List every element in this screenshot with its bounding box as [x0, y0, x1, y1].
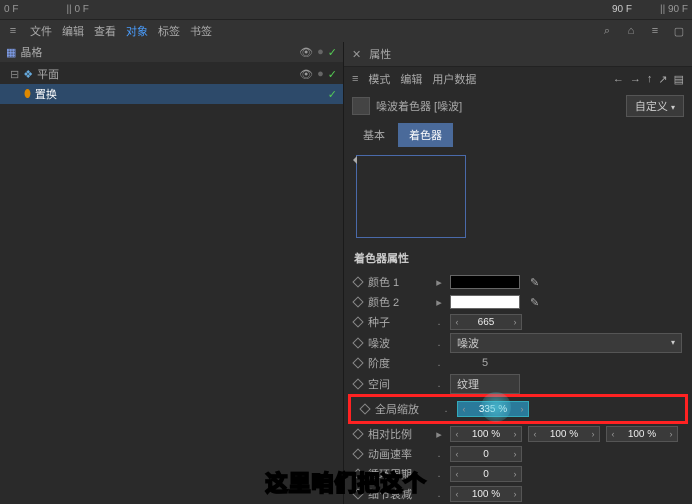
tree-item-displace-label: 置换	[35, 86, 57, 102]
prop-rel-scale: 相对比例 ▸ ‹100 %› ‹100 %› ‹100 %›	[344, 424, 692, 444]
frame-right-2: || 90 F	[660, 4, 688, 15]
check-icon[interactable]: ✓	[328, 46, 337, 59]
timeline-bar: 0 F || 0 F 90 F || 90 F	[0, 0, 692, 20]
prop-space: 空间 . 纹理	[344, 373, 692, 394]
tree-root[interactable]: 晶格	[20, 44, 42, 60]
frame-left: 0 F	[4, 4, 18, 15]
menu-view[interactable]: 查看	[94, 23, 116, 39]
prop-color2: 颜色 2 ▸ ✎	[344, 292, 692, 312]
search-icon[interactable]: ⌕	[600, 24, 614, 38]
object-manager: ▦ 晶格 👁 ● ✓ ⊟ ❖ 平面 👁 ● ✓ ⬮ 置换 ✓	[0, 42, 344, 504]
visibility-icon[interactable]: 👁	[299, 68, 313, 81]
color2-swatch[interactable]	[450, 295, 520, 309]
shader-thumb-icon	[352, 97, 370, 115]
nav-up-icon[interactable]: ↑	[647, 73, 653, 86]
check-icon[interactable]: ✓	[328, 68, 337, 81]
tab-shader[interactable]: 着色器	[398, 123, 453, 147]
render-dot-icon[interactable]: ●	[317, 68, 324, 80]
prop-color1: 颜色 1 ▸ ✎	[344, 272, 692, 292]
tree-item-plane-label: 平面	[37, 66, 59, 82]
frame-left-2: || 0 F	[66, 4, 88, 15]
prop-noise: 噪波 . 噪波▾	[344, 332, 692, 353]
seed-input[interactable]: ‹665›	[450, 314, 522, 330]
menu-bookmark[interactable]: 书签	[190, 23, 212, 39]
relx-input[interactable]: ‹100 %›	[450, 426, 522, 442]
userdata-label[interactable]: 用户数据	[432, 71, 476, 87]
nav-ext-icon[interactable]: ↗	[658, 73, 667, 86]
nav-back-icon[interactable]: ←	[613, 73, 624, 86]
highlight-annotation: 全局缩放 . ‹335 %›	[348, 394, 688, 424]
relz-input[interactable]: ‹100 %›	[606, 426, 678, 442]
tree-item-plane[interactable]: ⊟ ❖ 平面 👁 ● ✓	[0, 64, 343, 84]
menu-tag[interactable]: 标签	[158, 23, 180, 39]
keyframe-icon[interactable]	[352, 428, 363, 439]
visibility-icon[interactable]: 👁	[299, 46, 313, 59]
space-dropdown[interactable]: 纹理	[450, 374, 520, 394]
lattice-icon: ▦	[6, 46, 16, 59]
expand-arrow-icon[interactable]: ▸	[434, 276, 444, 289]
home-icon[interactable]: ⌂	[624, 24, 638, 38]
keyframe-icon[interactable]	[359, 403, 370, 414]
expand-arrow-icon[interactable]: ▸	[434, 296, 444, 309]
rely-input[interactable]: ‹100 %›	[528, 426, 600, 442]
video-caption: 这里咱们把这个	[265, 466, 426, 498]
shader-preview[interactable]	[356, 155, 466, 238]
close-icon[interactable]: ✕	[352, 48, 361, 61]
keyframe-icon[interactable]	[352, 276, 363, 287]
eyedropper-icon[interactable]: ✎	[530, 276, 539, 289]
expand-icon[interactable]: ▢	[672, 24, 686, 38]
keyframe-icon[interactable]	[352, 378, 363, 389]
preset-dropdown[interactable]: 自定义 ▾	[626, 95, 684, 117]
object-name: 噪波着色器 [噪波]	[376, 98, 462, 114]
attribute-panel: ✕ 属性 ≡ 模式 编辑 用户数据 ← → ↑ ↗ ▤ 噪波着色器 [噪波] 自…	[344, 42, 692, 504]
keyframe-icon[interactable]	[352, 448, 363, 459]
render-dot-icon[interactable]: ●	[317, 46, 324, 58]
edit-label[interactable]: 编辑	[400, 71, 422, 87]
hamburger-icon[interactable]: ≡	[6, 24, 20, 38]
mode-label[interactable]: 模式	[368, 71, 390, 87]
prop-octaves: 阶度 . 5	[344, 353, 692, 373]
keyframe-icon[interactable]	[352, 337, 363, 348]
expand-arrow-icon[interactable]: ▸	[434, 428, 444, 441]
tab-basic[interactable]: 基本	[352, 123, 396, 147]
check-icon[interactable]: ✓	[328, 88, 337, 101]
nav-menu-icon[interactable]: ▤	[674, 73, 684, 86]
prop-global-scale: 全局缩放 . ‹335 %›	[351, 398, 685, 420]
panel-title: 属性	[369, 46, 391, 62]
global-scale-input[interactable]: ‹335 %›	[457, 401, 529, 417]
color1-swatch[interactable]	[450, 275, 520, 289]
menu-edit[interactable]: 编辑	[62, 23, 84, 39]
tree-item-displace[interactable]: ⬮ 置换 ✓	[0, 84, 343, 104]
nav-fwd-icon[interactable]: →	[630, 73, 641, 86]
prop-anim-speed: 动画速率 . ‹0›	[344, 444, 692, 464]
anim-speed-input[interactable]: ‹0›	[450, 446, 522, 462]
noise-dropdown[interactable]: 噪波▾	[450, 333, 682, 353]
detail-input[interactable]: ‹100 %›	[450, 486, 522, 502]
menu-object[interactable]: 对象	[126, 23, 148, 39]
menu-file[interactable]: 文件	[30, 23, 52, 39]
menu-bar: ≡ 文件 编辑 查看 对象 标签 书签 ⌕ ⌂ ≡ ▢	[0, 20, 692, 42]
frame-right: 90 F	[612, 4, 632, 15]
filter-icon[interactable]: ≡	[648, 24, 662, 38]
keyframe-icon[interactable]	[352, 357, 363, 368]
keyframe-icon[interactable]	[352, 296, 363, 307]
eyedropper-icon[interactable]: ✎	[530, 296, 539, 309]
props-section-label: 着色器属性	[344, 244, 692, 272]
octaves-value[interactable]: 5	[450, 357, 520, 369]
hamburger-icon[interactable]: ≡	[352, 73, 358, 85]
prop-seed: 种子 . ‹665›	[344, 312, 692, 332]
keyframe-icon[interactable]	[352, 316, 363, 327]
loop-input[interactable]: ‹0›	[450, 466, 522, 482]
